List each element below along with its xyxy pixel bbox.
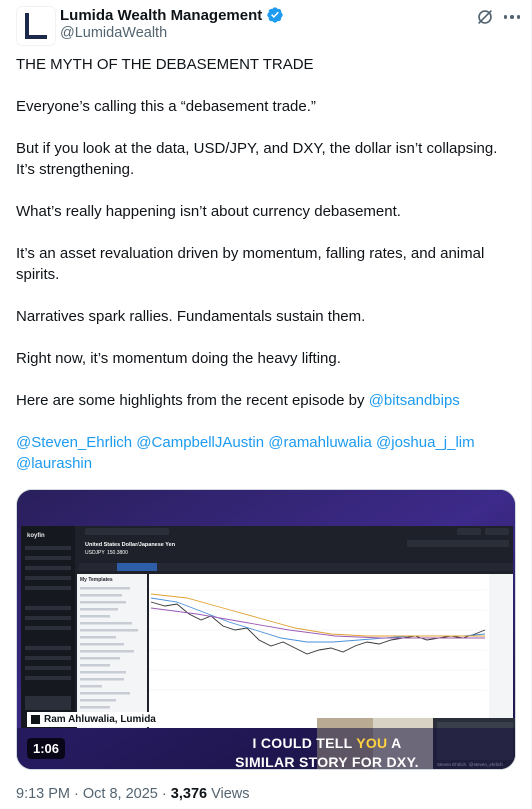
tweet-metadata: 9:13 PM · Oct 8, 2025 · 3,376 Views xyxy=(16,786,250,802)
tweet-time[interactable]: 9:13 PM xyxy=(16,786,70,802)
meta-separator: · xyxy=(74,786,79,802)
mention-link[interactable]: @ramahluwalia xyxy=(268,434,372,451)
embedded-ticker: USDJPY xyxy=(85,550,105,556)
mentions-paragraph: @Steven_Ehrlich @CampbellJAustin @ramahl… xyxy=(16,432,520,474)
speaker-icon xyxy=(31,715,40,724)
embedded-panel-title: My Templates xyxy=(80,577,113,583)
tweet-paragraph: Narratives spark rallies. Fundamentals s… xyxy=(16,308,366,325)
views-label: Views xyxy=(211,786,250,802)
mention-link[interactable]: @bitsandbips xyxy=(369,392,460,409)
views-count: 3,376 xyxy=(170,786,208,802)
mention-link[interactable]: @Steven_Ehrlich xyxy=(16,434,132,451)
video-duration-badge: 1:06 xyxy=(27,738,66,759)
lumida-logo xyxy=(17,7,55,45)
speaker-nameplate: Ram Ahluwalia, Lumida xyxy=(27,712,162,727)
caption-line-2: SIMILAR STORY FOR DXY. xyxy=(235,754,419,770)
video-caption: I COULD TELL YOU A SIMILAR STORY FOR DXY… xyxy=(211,734,443,770)
caption-line-1: I COULD TELL YOU A xyxy=(211,734,443,753)
highlights-text: Here are some highlights from the recent… xyxy=(16,392,369,409)
caption-text: A xyxy=(387,735,402,751)
embedded-price: 150.3800 xyxy=(107,550,128,556)
mention-link[interactable]: @CampbellJAustin xyxy=(136,434,264,451)
grok-icon[interactable] xyxy=(474,6,496,28)
more-options-icon[interactable] xyxy=(500,6,524,28)
author-name-row[interactable]: Lumida Wealth Management xyxy=(60,6,284,24)
caption-text: I COULD TELL xyxy=(252,735,357,751)
caption-highlight: YOU xyxy=(356,735,388,751)
tweet-paragraph: But if you look at the data, USD/JPY, an… xyxy=(16,140,498,178)
tweet-date[interactable]: Oct 8, 2025 xyxy=(83,786,158,802)
avatar[interactable] xyxy=(16,6,56,46)
meta-separator: · xyxy=(161,786,167,802)
tweet-paragraph: Everyone’s calling this a “debasement tr… xyxy=(16,98,316,115)
author-handle[interactable]: @LumidaWealth xyxy=(60,25,167,41)
display-name[interactable]: Lumida Wealth Management xyxy=(60,7,262,24)
verified-badge-icon xyxy=(267,7,283,23)
koyfin-logo: koyfin xyxy=(27,533,45,539)
tweet-text: THE MYTH OF THE DEBASEMENT TRADE Everyon… xyxy=(16,54,520,495)
highlights-paragraph: Here are some highlights from the recent… xyxy=(16,390,520,411)
tweet-paragraph: What’s really happening isn’t about curr… xyxy=(16,203,401,220)
mention-link[interactable]: @laurashin xyxy=(16,455,92,472)
video-player[interactable]: koyfin United States Dollar/Japanese Yen… xyxy=(16,489,516,770)
mention-link[interactable]: @joshua_j_lim xyxy=(376,434,475,451)
tweet-paragraph: Right now, it’s momentum doing the heavy… xyxy=(16,350,341,367)
tweet-card: Lumida Wealth Management @LumidaWealth T… xyxy=(0,0,532,809)
tweet-paragraph: THE MYTH OF THE DEBASEMENT TRADE xyxy=(16,56,314,73)
tweet-paragraph: It’s an asset revaluation driven by mome… xyxy=(16,245,485,283)
embedded-security-title: United States Dollar/Japanese Yen xyxy=(85,542,176,548)
speaker-name: Ram Ahluwalia, Lumida xyxy=(44,714,156,725)
video-frame: koyfin United States Dollar/Japanese Yen… xyxy=(17,490,515,769)
